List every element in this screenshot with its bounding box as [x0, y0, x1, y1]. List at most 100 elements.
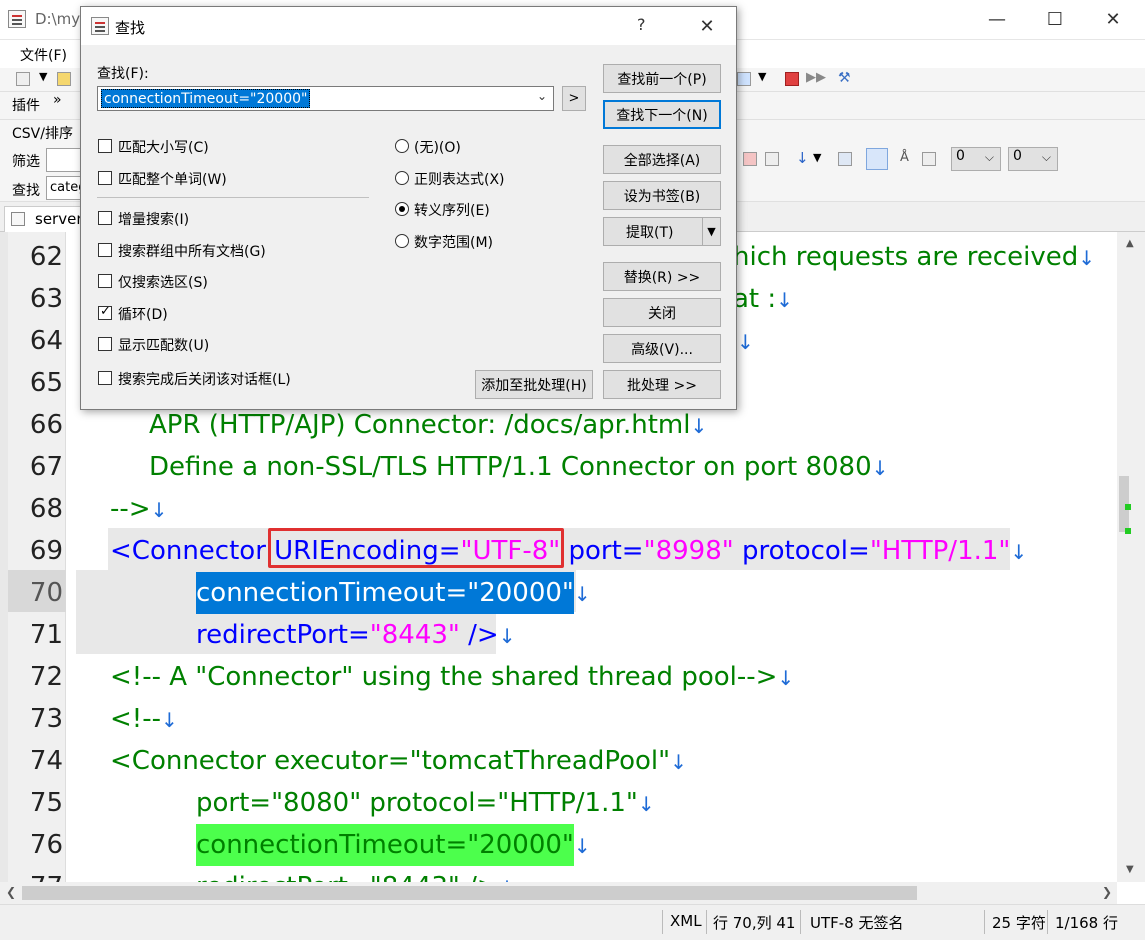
line-end-icon: ↓	[670, 750, 687, 774]
add-batch-button[interactable]: 添加至批处理(H)	[475, 370, 593, 399]
close-icon[interactable]: ✕	[1090, 2, 1136, 36]
line-end-icon: ↓	[776, 288, 793, 312]
status-position[interactable]: 行 70,列 41	[713, 912, 795, 933]
csv-sort-label[interactable]: CSV/排序	[12, 123, 73, 143]
close-after-checkbox[interactable]	[98, 371, 112, 385]
app-icon	[8, 10, 26, 28]
selection-only-checkbox[interactable]	[98, 274, 112, 288]
minimize-icon[interactable]: —	[974, 2, 1020, 36]
find-next-button[interactable]: 查找下一个(N)	[603, 100, 721, 129]
filter-icon[interactable]	[838, 152, 852, 166]
doc-icon[interactable]	[765, 152, 779, 166]
range-radio[interactable]	[395, 234, 409, 248]
plugins-label[interactable]: 插件	[12, 95, 40, 115]
chevron-down-icon[interactable]: ▼	[813, 151, 821, 164]
match-case-checkbox[interactable]	[98, 139, 112, 153]
code-line: port="8080" protocol="HTTP/1.1"↓	[196, 782, 655, 824]
batch-button[interactable]: 批处理 >>	[603, 370, 721, 399]
close-icon[interactable]: ✕	[687, 11, 727, 41]
find-bar-label: 查找	[12, 183, 40, 199]
line-end-icon: ↓	[573, 582, 591, 606]
find-prev-button[interactable]: 查找前一个(P)	[603, 64, 721, 93]
status-encoding[interactable]: UTF-8 无签名	[810, 912, 904, 933]
status-divider	[1047, 910, 1048, 934]
chevron-down-icon[interactable]: ▼	[758, 70, 766, 83]
line-number: 71	[29, 620, 63, 650]
maximize-icon[interactable]: ☐	[1032, 2, 1078, 36]
combo-1[interactable]: 0	[951, 147, 1001, 171]
scroll-up-icon[interactable]: ▲	[1126, 238, 1134, 249]
scroll-left-icon[interactable]: ❮	[6, 885, 16, 899]
list-icon[interactable]	[743, 152, 757, 166]
chevron-down-icon[interactable]: ▼	[39, 70, 47, 83]
show-count-checkbox[interactable]	[98, 337, 112, 351]
regex-radio[interactable]	[395, 171, 409, 185]
wrap-label[interactable]: 循环(D)	[118, 304, 168, 324]
record-icon[interactable]	[785, 72, 799, 86]
code-text: redirectPort="8443" />	[196, 872, 499, 882]
incremental-checkbox[interactable]	[98, 211, 112, 225]
none-radio-label[interactable]: (无)(O)	[414, 137, 461, 157]
tool-icon[interactable]: ⚒	[838, 70, 851, 86]
new-file-icon[interactable]	[16, 72, 30, 86]
scrollbar-thumb[interactable]	[22, 886, 917, 900]
wrap-checkbox[interactable]	[98, 304, 112, 320]
divider	[97, 197, 369, 198]
format-icon[interactable]: Å	[900, 150, 909, 165]
escape-radio[interactable]	[395, 202, 409, 216]
all-docs-label[interactable]: 搜索群组中所有文档(G)	[118, 241, 266, 261]
insert-special-button[interactable]: >	[562, 86, 586, 111]
replace-button[interactable]: 替换(R) >>	[603, 262, 721, 291]
selection-only-label[interactable]: 仅搜索选区(S)	[118, 272, 208, 292]
regex-radio-label[interactable]: 正则表达式(X)	[414, 169, 505, 189]
all-docs-checkbox[interactable]	[98, 243, 112, 257]
status-syntax[interactable]: XML	[670, 912, 702, 930]
combo-2[interactable]: 0	[1008, 147, 1058, 171]
code-text: <Connector executor="tomcatThreadPool"	[110, 746, 671, 776]
status-divider	[800, 910, 801, 934]
help-icon[interactable]: ?	[637, 15, 646, 34]
scroll-right-icon[interactable]: ❯	[1102, 885, 1112, 899]
close-after-label[interactable]: 搜索完成后关闭该对话框(L)	[118, 369, 291, 389]
code-line: <!--↓	[110, 698, 178, 740]
bookmark-button[interactable]: 设为书签(B)	[603, 181, 721, 210]
line-number: 66	[29, 410, 63, 440]
code-text: -->	[110, 494, 151, 524]
code-line-69: <Connector URIEncoding="UTF-8" port="899…	[110, 530, 1027, 572]
extract-button[interactable]: 提取(T) ▼	[603, 217, 721, 246]
settings-icon[interactable]	[922, 152, 936, 166]
match-case-label[interactable]: 匹配大小写(C)	[118, 137, 209, 157]
select-all-button[interactable]: 全部选择(A)	[603, 145, 721, 174]
find-input[interactable]: connectionTimeout="20000" ⌄	[97, 86, 554, 111]
line-end-icon: ↓	[150, 498, 168, 522]
find-bar-input[interactable]: categ	[46, 176, 82, 200]
check-icon[interactable]	[737, 72, 751, 86]
arrow-down-icon[interactable]: ↓	[796, 149, 809, 167]
range-radio-label[interactable]: 数字范围(M)	[414, 232, 493, 252]
code-line: <Connector executor="tomcatThreadPool"↓	[110, 740, 687, 782]
line-end-icon: ↓	[637, 792, 655, 816]
line-end-icon: ↓	[1010, 540, 1028, 564]
plugins-more-icon[interactable]: »	[53, 92, 62, 108]
escape-radio-label[interactable]: 转义序列(E)	[414, 200, 490, 220]
lock-icon[interactable]	[866, 148, 888, 170]
open-folder-icon[interactable]	[57, 72, 71, 86]
horizontal-scrollbar[interactable]: ❮ ❯	[0, 882, 1117, 904]
tab-server[interactable]: server	[4, 206, 90, 232]
whole-word-label[interactable]: 匹配整个单词(W)	[118, 169, 227, 189]
show-count-label[interactable]: 显示匹配数(U)	[118, 335, 209, 355]
play-icon[interactable]: ▶▶	[806, 70, 826, 85]
gutter-margin	[0, 232, 8, 882]
advanced-button[interactable]: 高级(V)...	[603, 334, 721, 363]
whole-word-checkbox[interactable]	[98, 171, 112, 185]
chevron-down-icon[interactable]: ▼	[702, 218, 720, 245]
vertical-scrollbar[interactable]: ▲ ▼	[1117, 232, 1145, 882]
incremental-label[interactable]: 增量搜索(I)	[118, 209, 189, 229]
filter-input[interactable]	[46, 148, 82, 172]
code-text: <!--	[110, 704, 161, 734]
menu-file[interactable]: 文件(F)	[20, 45, 67, 65]
close-button[interactable]: 关闭	[603, 298, 721, 327]
scroll-down-icon[interactable]: ▼	[1126, 864, 1134, 875]
chevron-down-icon[interactable]: ⌄	[537, 89, 547, 103]
none-radio[interactable]	[395, 139, 409, 153]
